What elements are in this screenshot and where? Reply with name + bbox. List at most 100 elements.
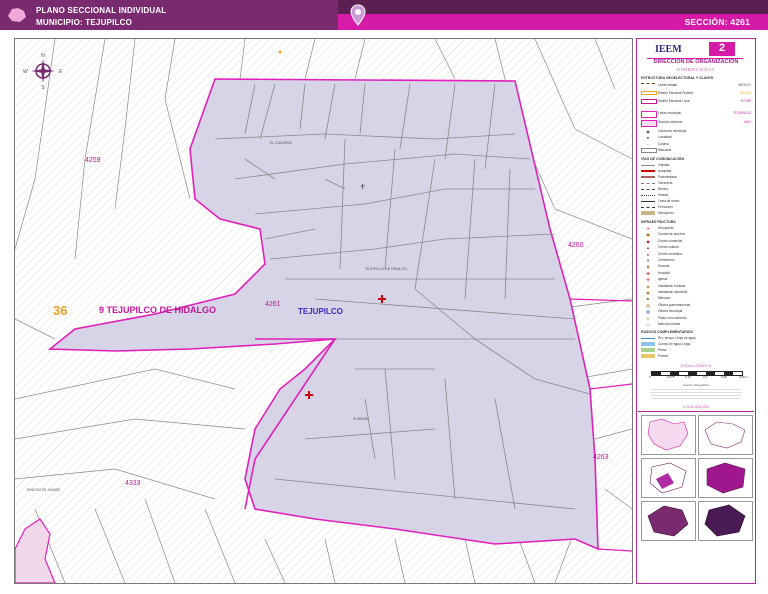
legend-infra-row: ◇ Plaza o monumento	[641, 316, 751, 321]
infra-symbol-icon: ●	[646, 251, 650, 257]
legend-infra-row: ◆ Centro comercial	[641, 239, 751, 244]
legend-panel: IEEM 2 DIRECCIÓN DE ORGANIZACIÓN SIMBOLO…	[636, 38, 756, 584]
legend-infra-row: ✚ Hospital	[641, 271, 751, 276]
legend-infra-label: Oficina gubernamental	[658, 302, 691, 307]
locator-map-state	[641, 415, 696, 455]
legend-infra-row: ■ Mercado	[641, 296, 751, 301]
legend-row-seccion: Sección electoral 4261	[641, 120, 751, 127]
label-district-name: 9 TEJUPILCO DE HIDALGO	[99, 305, 217, 315]
locator-map-section	[698, 501, 753, 541]
legend-infra-row: ◉ Instalación deportiva	[641, 290, 751, 295]
legend-infra-row: ▤ Oficina gubernamental	[641, 303, 751, 308]
compass-n: N	[41, 53, 45, 59]
legend-infra-row: ▥ Oficina municipal	[641, 309, 751, 314]
label-section-4333: 4333	[125, 480, 141, 487]
legend-infra-label: Centro recreativo	[658, 251, 683, 256]
map-frame[interactable]: N S E W ♰ ▲ 4259 4260 4261 4263 4333 36 …	[14, 38, 633, 584]
legend-via: Pavimentada	[641, 175, 751, 180]
locator-map-municipio	[698, 458, 753, 498]
label-section-4260: 4260	[568, 242, 584, 249]
scale-tick-label: 0.15	[685, 375, 691, 379]
church-icon: ♰	[360, 183, 365, 191]
legend-via: Autopista	[641, 169, 751, 174]
header-bar: PLANO SECCIONAL INDIVIDUAL MUNICIPIO: TE…	[0, 0, 768, 30]
legend-infra-label: Iglesia	[658, 277, 668, 282]
label-locality: TEJUPILCO	[298, 307, 343, 316]
legend-row-municipal: Límite municipal TEJUPILCO	[641, 111, 751, 118]
legend-infra-title: INFRAESTRUCTURA	[641, 220, 676, 224]
legend-estructura-title: ESTRUCTURA GEOELECTORAL Y CLAVES	[641, 76, 714, 80]
infra-symbol-icon: ✈	[646, 226, 650, 231]
label-colonia-centro: TEJUPILCO DE HIDALGO	[365, 267, 407, 271]
infra-symbol-icon: ▥	[646, 309, 650, 315]
legend-infra-label: Centro cultural	[658, 245, 679, 250]
legend-rasgo: Presa	[641, 348, 751, 353]
infra-symbol-icon: ◆	[646, 238, 650, 244]
scale-tick-label: 0	[649, 375, 651, 379]
legend-escala-title: ESCALA GRÁFICA	[680, 364, 712, 368]
infra-symbol-icon: ▲	[646, 245, 650, 251]
label-section-4259: 4259	[85, 157, 101, 164]
infra-symbol-icon: ▦	[646, 322, 650, 327]
infra-symbol-icon: ✝	[646, 258, 650, 263]
marker-icon: ▲	[277, 49, 283, 55]
ieem-logo: IEEM	[655, 44, 682, 55]
header-seccion: SECCIÓN: 4261	[684, 17, 750, 27]
legend-infra-row: ✙ Iglesia	[641, 277, 751, 282]
legend-infra-label: Central de autobús	[658, 232, 685, 237]
label-el-calvario: EL CALVARIO	[270, 141, 293, 145]
legend-infra-label: Instalación turística	[658, 283, 686, 288]
legend-logo-box: IEEM 2	[647, 42, 743, 59]
infra-symbol-icon: ◉	[646, 290, 650, 295]
legend-infra-row: ▣ Central de autobús	[641, 232, 751, 237]
infra-symbol-icon: ■	[646, 296, 650, 302]
legend-infra-row: ▲ Centro cultural	[641, 245, 751, 250]
compass-w: W	[23, 69, 28, 75]
label-district-number: 36	[53, 303, 68, 318]
legend-rasgo: Cuerpo de agua o lago	[641, 342, 751, 347]
legend-infra-label: Instalación deportiva	[658, 290, 688, 294]
legend-row-dlocal: Distrito Electoral Local 9 CHPI	[641, 99, 751, 104]
infra-symbol-icon: ◇	[646, 315, 650, 321]
legend-infra-row: ▮ Escuela	[641, 264, 751, 269]
legend-ubicacion-title: LOCALIZACIÓN	[683, 405, 709, 409]
legend-infra-label: Aeropuerto	[658, 226, 674, 230]
scale-unit: Km	[743, 375, 748, 379]
scale-tick-label: 0.075	[667, 375, 675, 379]
legend-infra-label: Plaza o monumento	[658, 315, 687, 320]
legend-infra-label: Centro comercial	[658, 238, 683, 243]
legend-org-title: DIRECCIÓN DE ORGANIZACIÓN	[653, 59, 739, 65]
scale-bar	[651, 371, 743, 376]
legend-via: Línea de metro	[641, 199, 751, 204]
legend-row-estatal: Límite estatal MÉXICO	[641, 83, 751, 88]
legend-row-manzana: Manzana	[641, 148, 751, 153]
legend-infra-label: Oficina municipal	[658, 309, 683, 314]
infra-symbol-icon: ▤	[646, 302, 650, 308]
legend-notes-text-lines	[651, 389, 741, 399]
header-municipio: MUNICIPIO: TEJUPILCO	[36, 18, 133, 27]
election-badge-icon: 2	[709, 42, 735, 56]
header-title: PLANO SECCIONAL INDIVIDUAL	[36, 6, 167, 15]
legend-row-colonia: — Colonia	[646, 142, 669, 146]
legend-infra-row: ▦ Mancha urbana	[641, 322, 751, 327]
legend-infra-label: Mancha urbana	[658, 322, 681, 326]
legend-simbologia: SIMBOLOGÍA	[676, 67, 716, 72]
legend-via: Terracería	[641, 181, 751, 186]
legend-infra-label: Escuela	[658, 264, 670, 269]
label-section-4263: 4263	[593, 454, 609, 461]
legend-via: Vialidad	[641, 163, 751, 168]
infra-symbol-icon: ◈	[646, 283, 650, 289]
legend-via: Mexipuerto	[641, 211, 751, 216]
locator-map-local	[641, 501, 696, 541]
legend-infra-label: Mercado	[658, 296, 671, 301]
infra-symbol-icon: ▣	[646, 232, 650, 238]
legend-infra-label: Cementerio	[658, 258, 675, 262]
state-shape-icon	[8, 8, 26, 22]
legend-row-cabecera: ◉ Cabecera municipal	[646, 129, 687, 134]
infra-symbol-icon: ✚	[646, 270, 650, 276]
legend-rasgo: Río, arroyo o flujo de agua	[641, 336, 751, 341]
legend-vias-title: VÍAS DE COMUNICACIÓN	[641, 157, 684, 161]
locator-map-district	[641, 458, 696, 498]
location-pin-icon	[350, 4, 366, 26]
label-rincon: RINCON DE JAIMES	[27, 488, 61, 492]
